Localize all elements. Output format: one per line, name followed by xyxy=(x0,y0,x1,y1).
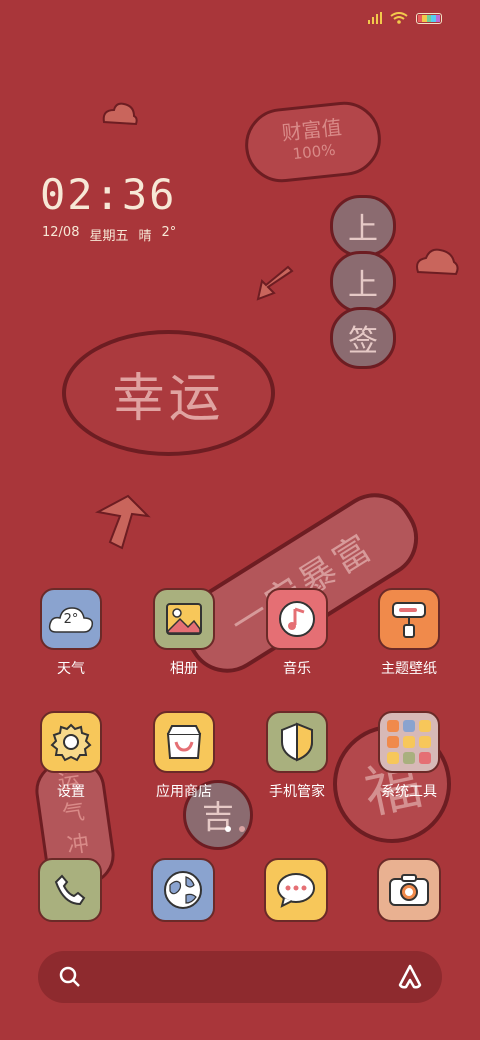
sign-badge: 上 上 签 xyxy=(330,195,396,369)
dock-camera[interactable] xyxy=(364,858,454,922)
clock-time[interactable]: 02:36 xyxy=(40,170,176,219)
app-security[interactable]: 手机管家 xyxy=(252,711,342,801)
page-indicator[interactable] xyxy=(225,826,245,832)
app-label: 主题壁纸 xyxy=(381,661,437,677)
camera-icon[interactable] xyxy=(377,858,441,922)
app-label: 相册 xyxy=(170,661,198,677)
app-folder-system-tools[interactable]: 系统工具 xyxy=(364,711,454,801)
arrow-up-decoration-icon xyxy=(94,494,151,550)
page-dot-2[interactable] xyxy=(239,826,245,832)
weather-icon[interactable]: 2° xyxy=(40,588,102,650)
app-label: 设置 xyxy=(57,784,85,800)
app-weather[interactable]: 2° 天气 xyxy=(26,588,116,678)
sign-char-3: 签 xyxy=(348,324,378,359)
arrow-decoration-icon xyxy=(256,265,294,301)
messages-icon[interactable] xyxy=(264,858,328,922)
cloud-decoration-right-icon xyxy=(416,248,459,276)
settings-icon[interactable] xyxy=(40,711,102,773)
luck-bubble: 幸运 xyxy=(62,330,275,456)
search-icon[interactable] xyxy=(58,965,82,989)
dock-messages[interactable] xyxy=(251,858,341,922)
app-theme[interactable]: 主题壁纸 xyxy=(364,588,454,678)
luck-text: 幸运 xyxy=(112,368,225,429)
clock-weather: 晴 xyxy=(138,229,152,244)
weather-temp: 2° xyxy=(63,611,79,627)
music-icon[interactable] xyxy=(266,588,328,650)
app-music[interactable]: 音乐 xyxy=(252,588,342,678)
clock-temperature: 2° xyxy=(161,225,177,240)
sign-char-1: 上 xyxy=(348,212,378,247)
dock-phone[interactable] xyxy=(25,858,115,922)
app-gallery[interactable]: 相册 xyxy=(139,588,229,678)
browser-icon[interactable] xyxy=(151,858,215,922)
gallery-icon[interactable] xyxy=(153,588,215,650)
phone-icon[interactable] xyxy=(38,858,102,922)
status-bar xyxy=(368,12,442,24)
security-icon[interactable] xyxy=(266,711,328,773)
app-settings[interactable]: 设置 xyxy=(26,711,116,801)
battery-icon xyxy=(416,12,442,24)
wifi-icon xyxy=(390,12,408,24)
sign-char-2: 上 xyxy=(348,268,378,303)
page-dot-1[interactable] xyxy=(225,826,231,832)
clock-weekday: 星期五 xyxy=(89,229,129,244)
wealth-badge: 财富值 100% xyxy=(241,98,385,186)
app-label: 音乐 xyxy=(283,661,311,677)
app-label: 系统工具 xyxy=(381,784,437,800)
app-label: 天气 xyxy=(57,661,85,677)
search-bar[interactable] xyxy=(38,951,442,1003)
app-label: 手机管家 xyxy=(269,784,325,800)
theme-icon[interactable] xyxy=(378,588,440,650)
assistant-icon[interactable] xyxy=(396,963,424,991)
clock-date: 12/08 xyxy=(42,225,80,240)
clock-date-line: 12/08 星期五 晴 2° xyxy=(42,225,176,244)
app-label: 应用商店 xyxy=(156,784,212,800)
app-store[interactable]: 应用商店 xyxy=(139,711,229,801)
dock-browser[interactable] xyxy=(138,858,228,922)
folder-icon[interactable] xyxy=(378,711,440,773)
app-store-icon[interactable] xyxy=(153,711,215,773)
cloud-decoration-icon xyxy=(102,102,138,126)
signal-icon xyxy=(368,12,382,24)
